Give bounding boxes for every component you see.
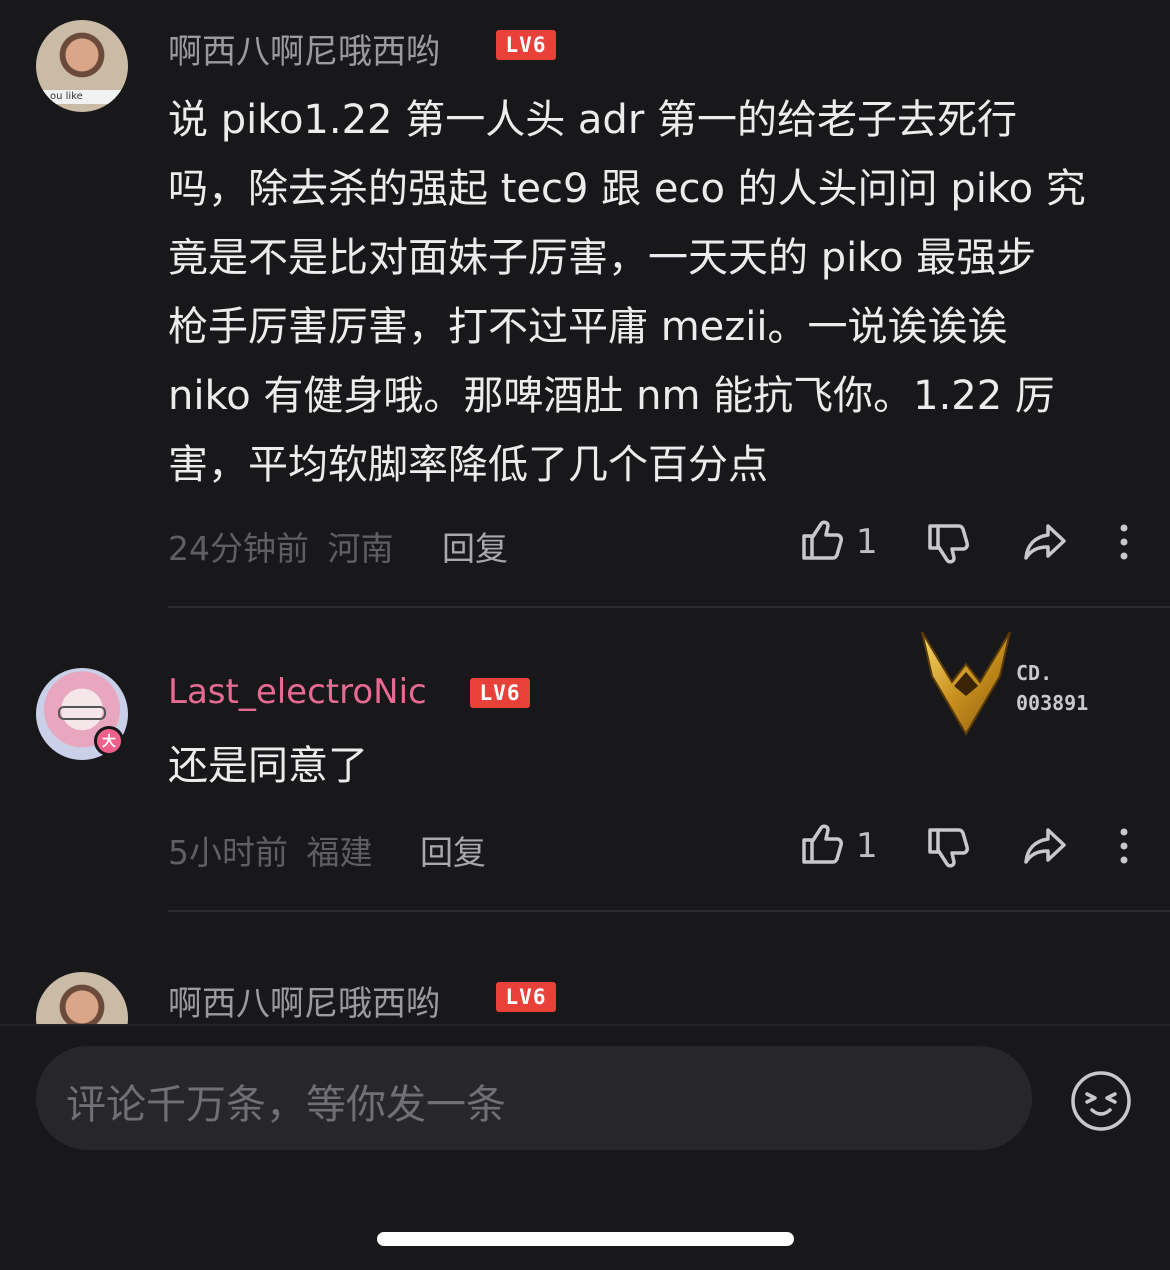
comment-line: 说 piko1.22 第一人头 adr 第一的给老子去死行 [168,97,1017,143]
emoji-face-icon[interactable] [1070,1070,1132,1132]
fan-pendant[interactable]: CD. 003891 [916,624,1116,736]
comment-screen: ou like 啊西八啊尼哦西哟 LV6 说 piko1.22 第一人头 adr… [0,0,1170,1270]
avatar-badge: 大 [94,726,124,756]
comment-line: 害，平均软脚率降低了几个百分点 [168,442,768,488]
pendant-code: CD. 003891 [1016,658,1088,718]
comment-line: niko 有健身哦。那啤酒肚 nm 能抗飞你。1.22 厉 [168,373,1055,419]
share-icon[interactable] [1022,824,1068,868]
comment-username[interactable]: 啊西八啊尼哦西哟 [168,976,440,1025]
comment-time: 5小时前 [168,833,288,872]
comment-location: 福建 [306,833,373,872]
comment-line: 还是同意了 [168,743,368,789]
comment-body[interactable]: 说 piko1.22 第一人头 adr 第一的给老子去死行 吗，除去杀的强起 t… [168,86,1128,500]
avatar-glasses [58,706,106,720]
share-icon[interactable] [1022,520,1068,564]
divider [168,910,1170,912]
vitality-bee-icon [921,631,1011,736]
level-badge: LV6 [496,982,556,1012]
comment-body[interactable]: 还是同意了 [168,732,1128,801]
comment-meta: 5小时前 福建 [168,826,373,874]
comment-username[interactable]: 啊西八啊尼哦西哟 [168,24,440,73]
comment-input-placeholder: 评论千万条，等你发一条 [66,1082,506,1128]
comment-composer-bar: 评论千万条，等你发一条 [0,1024,1170,1270]
level-badge: LV6 [470,678,530,708]
avatar-caption-strip: ou like [36,90,128,104]
more-icon[interactable] [1116,522,1132,562]
comment-line: 竟是不是比对面妹子厉害，一天天的 piko 最强步 [168,235,1037,281]
user-avatar[interactable]: ou like [36,20,128,112]
reply-button[interactable]: 回复 [442,522,508,570]
comment-time: 24分钟前 [168,529,309,568]
home-indicator[interactable] [377,1232,794,1246]
comment-username[interactable]: Last_electroNic [168,672,427,712]
comment-location: 河南 [327,529,394,568]
divider [168,606,1170,608]
comment-meta: 24分钟前 河南 [168,522,394,570]
thumbs-up-icon[interactable] [798,820,846,868]
comment-input[interactable]: 评论千万条，等你发一条 [36,1046,1032,1150]
reply-button[interactable]: 回复 [420,826,486,874]
pendant-code-line: CD. [1016,661,1053,685]
thumbs-up-icon[interactable] [798,516,846,564]
level-badge: LV6 [496,30,556,60]
more-icon[interactable] [1116,826,1132,866]
thumbs-down-icon[interactable] [924,520,972,568]
like-count: 1 [856,826,878,866]
pendant-code-line: 003891 [1016,691,1089,715]
comment-line: 枪手厉害厉害，打不过平庸 mezii。一说诶诶诶 [168,304,1008,350]
comment-line: 吗，除去杀的强起 tec9 跟 eco 的人头问问 piko 究 [168,166,1086,212]
thumbs-down-icon[interactable] [924,824,972,872]
like-count: 1 [856,522,878,562]
